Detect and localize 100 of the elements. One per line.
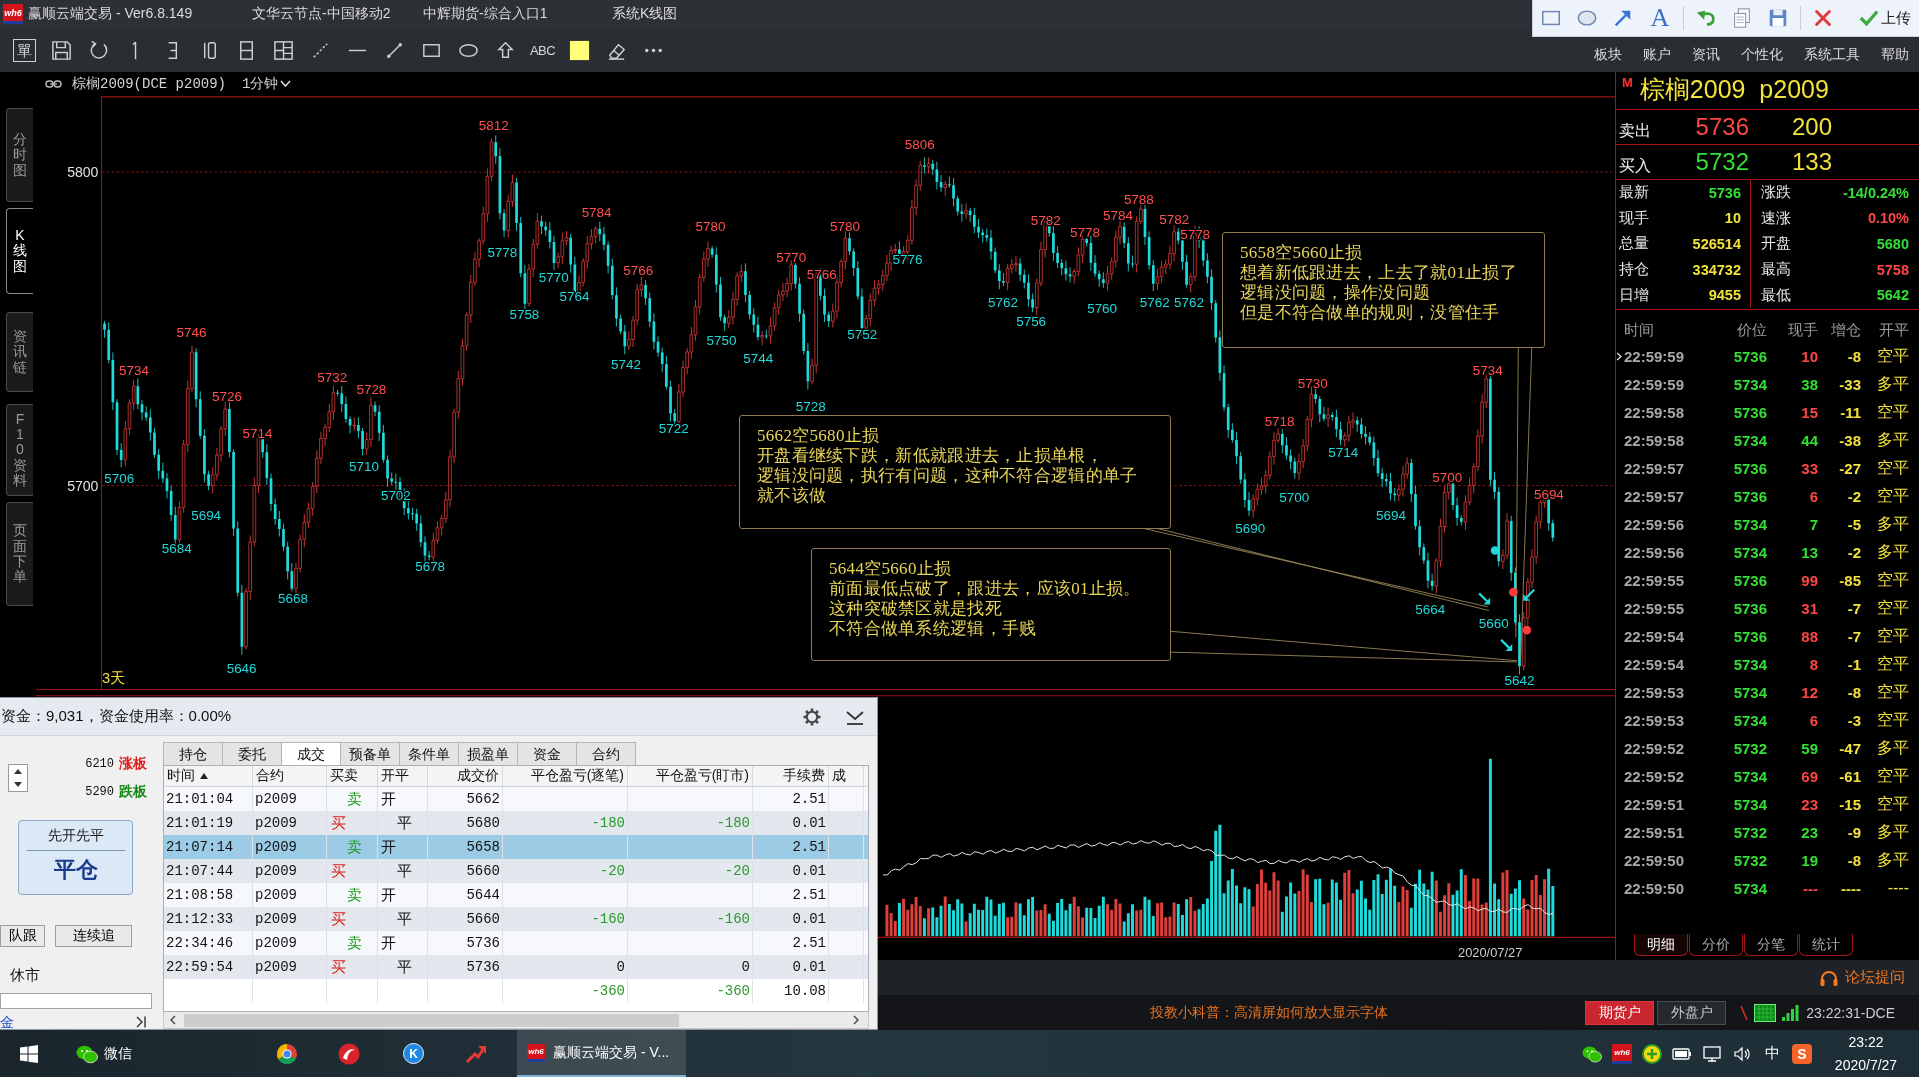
quote-tab[interactable]: 分价	[1689, 934, 1743, 956]
swoosh-icon[interactable]	[338, 1042, 360, 1065]
side-tab[interactable]: 页面下单	[6, 502, 33, 606]
column-header[interactable]: 合约	[253, 766, 327, 786]
quote-tab[interactable]: 明细	[1634, 934, 1688, 956]
clock-time[interactable]: 23:22	[1848, 1030, 1884, 1054]
menu-item[interactable]: 帮助	[1881, 46, 1909, 64]
price-label: 5714	[242, 425, 273, 441]
plus-circle-icon[interactable]	[1642, 1043, 1662, 1064]
horizontal-scrollbar[interactable]	[163, 1012, 869, 1029]
scroll-right-icon[interactable]	[853, 1015, 859, 1025]
windows-icon[interactable]	[20, 1044, 38, 1063]
trade-tab[interactable]: 合约	[576, 742, 636, 765]
taskbar-app[interactable]: 微信	[76, 1043, 132, 1064]
order-tool-button[interactable]: 單	[13, 38, 36, 62]
text-tool-button[interactable]: ABC	[524, 42, 561, 58]
trade-tab[interactable]: 预备单	[340, 742, 400, 765]
copy-icon[interactable]	[1731, 7, 1753, 29]
side-tab[interactable]: K线图	[6, 208, 33, 294]
account-tab[interactable]: 期货户	[1585, 1000, 1655, 1025]
table-cell: -160	[591, 911, 625, 927]
headset-icon[interactable]	[1819, 968, 1839, 987]
settings-icon[interactable]	[802, 706, 822, 727]
stat-label: 最高	[1761, 260, 1791, 280]
spinner-control[interactable]	[8, 764, 28, 792]
column-header[interactable]: 成	[829, 766, 864, 786]
action-button[interactable]: 连续追	[55, 925, 132, 947]
table-row[interactable]: 22:34:46 p2009 卖 开 5736 2.51	[164, 931, 868, 955]
upload-button[interactable]: 上传	[1859, 4, 1911, 32]
trade-tab[interactable]: 持仓	[163, 742, 223, 765]
app-logo[interactable]: wh6	[1612, 1043, 1632, 1064]
period-dropdown[interactable]: 1分钟	[242, 74, 292, 93]
color-ring-icon[interactable]	[276, 1042, 298, 1065]
price-label: 5700	[1432, 469, 1463, 485]
tick-change: -33	[1838, 375, 1861, 393]
monitor-icon[interactable]	[1702, 1043, 1722, 1064]
table-row[interactable]: 21:12:33 p2009 买 平 5660 -160 -160 0.01	[164, 907, 868, 931]
quote-label: 卖出	[1618, 120, 1652, 141]
deposit-link[interactable]: 金	[0, 1015, 14, 1029]
grid-layout-icon[interactable]	[272, 38, 295, 62]
menu-item[interactable]: 系统工具	[1804, 46, 1860, 64]
menu-item[interactable]: 账户	[1643, 46, 1671, 64]
trade-tab[interactable]: 委托	[222, 742, 282, 765]
price-label: 5782	[1030, 212, 1061, 228]
price-label: 5706	[104, 471, 135, 487]
side-tab[interactable]: F10资料	[6, 404, 33, 496]
clock-date[interactable]: 2020/7/27	[1834, 1053, 1898, 1077]
column-header[interactable]: 开平	[378, 766, 428, 786]
ime-indicator[interactable]: 中	[1762, 1044, 1782, 1063]
column-header: 价位	[1736, 320, 1767, 340]
skip-end-icon[interactable]	[136, 1016, 146, 1028]
input-field[interactable]	[0, 993, 152, 1009]
scrollbar-thumb[interactable]	[184, 1013, 679, 1027]
forum-link[interactable]: 论坛提问	[1845, 968, 1905, 987]
table-row[interactable]: 21:08:58 p2009 卖 开 5644 2.51	[164, 883, 868, 907]
tick-price: 5732	[1732, 739, 1767, 757]
stat-label: 最新	[1619, 183, 1649, 203]
link-icon[interactable]	[45, 78, 62, 89]
table-cell: p2009	[255, 911, 297, 927]
tick-change: -2	[1846, 543, 1861, 561]
table-row[interactable]: 21:01:04 p2009 卖 开 5662 2.51	[164, 787, 868, 811]
scroll-left-icon[interactable]	[170, 1015, 176, 1025]
column-header[interactable]: 时间	[164, 766, 253, 786]
menu-item[interactable]: 个性化	[1741, 46, 1783, 64]
action-button[interactable]: 队跟	[0, 925, 45, 947]
price-label: 5770	[538, 270, 569, 286]
trade-tab[interactable]: 成交	[281, 742, 341, 765]
tick-type: 空平	[1876, 793, 1909, 814]
table-row[interactable]: 22:59:54 p2009 买 平 5736 0 0 0.01	[164, 955, 868, 979]
trade-tab[interactable]: 损盈单	[458, 742, 518, 765]
table-row[interactable]: 21:07:14 p2009 卖 开 5658 2.51	[164, 835, 868, 859]
trade-tab[interactable]: 资金	[517, 742, 577, 765]
tip-link[interactable]: 投教小科普：高清屏如何放大显示字体	[1150, 1003, 1388, 1022]
menu-item[interactable]: 资讯	[1692, 46, 1720, 64]
text-tool-button[interactable]: A	[1648, 3, 1672, 33]
menu-item[interactable]: 板块	[1594, 46, 1622, 64]
save-icon[interactable]	[50, 38, 73, 62]
chat-bubbles-icon[interactable]	[1582, 1044, 1602, 1063]
tick-volume: 15	[1800, 403, 1818, 421]
close-position-button[interactable]: 先开先平 平仓	[18, 820, 133, 895]
quote-tab[interactable]: 分笔	[1744, 934, 1798, 956]
quote-tab[interactable]: 统计	[1799, 934, 1853, 956]
close-icon[interactable]	[1812, 7, 1834, 29]
account-tab[interactable]: 外盘户	[1657, 1000, 1727, 1025]
column-header[interactable]: 成交价	[428, 766, 503, 786]
title-bar-text: 文华云节点-中国移动2	[252, 5, 392, 23]
table-row[interactable]: 21:01:19 p2009 买 平 5680 -180 -180 0.01	[164, 811, 868, 835]
table-row[interactable]: 21:07:44 p2009 买 平 5660 -20 -20 0.01	[164, 859, 868, 883]
column-header[interactable]: 平仓盈亏(盯市)	[628, 766, 753, 786]
column-header[interactable]: 平仓盈亏(逐笔)	[503, 766, 628, 786]
trade-tab[interactable]: 条件单	[399, 742, 459, 765]
color-swatch-icon[interactable]	[568, 38, 591, 62]
taskbar-app[interactable]: K	[403, 1043, 424, 1064]
price-label: 5646	[226, 660, 257, 676]
tick-price: 5732	[1732, 851, 1767, 869]
column-header[interactable]: 买卖	[327, 766, 378, 786]
side-tab[interactable]: 分时图	[6, 108, 33, 202]
side-tab[interactable]: 资讯链	[6, 312, 33, 392]
taskbar-app[interactable]: wh6 赢顺云端交易 - V...	[517, 1030, 687, 1077]
column-header[interactable]: 手续费	[753, 766, 829, 786]
